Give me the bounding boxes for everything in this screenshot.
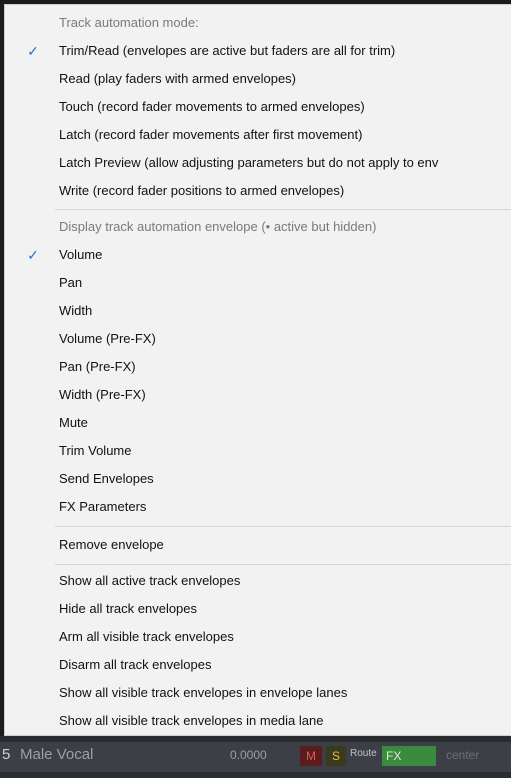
menu-item-label: Mute [59, 415, 88, 430]
track-volume-readout: 0.0000 [230, 748, 267, 762]
menu-item-label: Volume [59, 247, 103, 262]
menu-item-trim-volume[interactable]: Trim Volume [5, 437, 511, 465]
menu-item-label: Send Envelopes [59, 471, 154, 486]
menu-item-label: Latch (record fader movements after firs… [59, 127, 363, 142]
menu-item-label: Volume (Pre-FX) [59, 331, 156, 346]
menu-item-latch[interactable]: Latch (record fader movements after firs… [5, 121, 511, 149]
fx-button[interactable]: FX [382, 746, 436, 766]
menu-item-mute[interactable]: Mute [5, 409, 511, 437]
menu-separator [55, 526, 511, 527]
checkmark-icon: ✓ [27, 247, 39, 263]
menu-item-send-envelopes[interactable]: Send Envelopes [5, 465, 511, 493]
menu-separator [55, 564, 511, 565]
menu-item-trim-read[interactable]: ✓ Trim/Read (envelopes are active but fa… [5, 37, 511, 65]
menu-item-fx-parameters[interactable]: FX Parameters [5, 493, 511, 521]
menu-item-label: Show all visible track envelopes in medi… [59, 713, 324, 728]
menu-item-label: Pan [59, 275, 83, 290]
pan-readout: center [446, 748, 480, 762]
mute-button[interactable]: M [300, 746, 322, 766]
automation-mode-header: Track automation mode: [5, 9, 511, 37]
track-header-strip: 5 Male Vocal 0.0000 M S Route FX center [0, 736, 511, 778]
menu-item-disarm-all-envelopes[interactable]: Disarm all track envelopes [5, 651, 511, 679]
menu-item-label: Arm all visible track envelopes [59, 629, 234, 644]
menu-item-label: Show all visible track envelopes in enve… [59, 685, 348, 700]
menu-item-pan[interactable]: Pan [5, 269, 511, 297]
menu-item-volume[interactable]: ✓ Volume [5, 241, 511, 269]
automation-context-menu: Track automation mode: ✓ Trim/Read (enve… [4, 4, 511, 736]
menu-item-touch[interactable]: Touch (record fader movements to armed e… [5, 93, 511, 121]
menu-item-width-pre-fx[interactable]: Width (Pre-FX) [5, 381, 511, 409]
menu-item-arm-visible-envelopes[interactable]: Arm all visible track envelopes [5, 623, 511, 651]
display-envelope-header-label: Display track automation envelope (• act… [59, 219, 377, 234]
menu-item-label: Remove envelope [59, 537, 164, 552]
menu-item-label: Trim Volume [59, 443, 132, 458]
menu-item-label: Width [59, 303, 93, 318]
menu-item-label: Hide all track envelopes [59, 601, 198, 616]
menu-item-show-active-envelopes[interactable]: Show all active track envelopes [5, 567, 511, 595]
track-row[interactable]: 5 Male Vocal 0.0000 M S Route FX center [0, 742, 511, 772]
menu-item-volume-pre-fx[interactable]: Volume (Pre-FX) [5, 325, 511, 353]
menu-item-label: Pan (Pre-FX) [59, 359, 136, 374]
track-name[interactable]: Male Vocal [20, 746, 93, 763]
menu-item-label: Touch (record fader movements to armed e… [59, 99, 365, 114]
checkmark-icon: ✓ [27, 43, 39, 59]
menu-item-latch-preview[interactable]: Latch Preview (allow adjusting parameter… [5, 149, 511, 177]
menu-item-label: Disarm all track envelopes [59, 657, 212, 672]
menu-item-label: Read (play faders with armed envelopes) [59, 71, 297, 86]
menu-item-remove-envelope[interactable]: Remove envelope [5, 531, 511, 559]
automation-mode-header-label: Track automation mode: [59, 15, 199, 30]
menu-item-label: Width (Pre-FX) [59, 387, 146, 402]
track-number: 5 [2, 746, 11, 763]
menu-item-show-in-envelope-lanes[interactable]: Show all visible track envelopes in enve… [5, 679, 511, 707]
menu-item-width[interactable]: Width [5, 297, 511, 325]
menu-item-label: Write (record fader positions to armed e… [59, 183, 345, 198]
solo-button[interactable]: S [326, 746, 346, 766]
display-envelope-header: Display track automation envelope (• act… [5, 213, 511, 241]
menu-item-show-in-media-lane[interactable]: Show all visible track envelopes in medi… [5, 707, 511, 735]
route-button[interactable]: Route [350, 748, 377, 759]
menu-item-write[interactable]: Write (record fader positions to armed e… [5, 177, 511, 205]
menu-item-label: Show all active track envelopes [59, 573, 241, 588]
menu-item-pan-pre-fx[interactable]: Pan (Pre-FX) [5, 353, 511, 381]
menu-item-read[interactable]: Read (play faders with armed envelopes) [5, 65, 511, 93]
menu-item-label: Latch Preview (allow adjusting parameter… [59, 155, 439, 170]
menu-separator [55, 209, 511, 210]
menu-item-hide-all-envelopes[interactable]: Hide all track envelopes [5, 595, 511, 623]
menu-item-label: Trim/Read (envelopes are active but fade… [59, 43, 396, 58]
menu-item-label: FX Parameters [59, 499, 147, 514]
